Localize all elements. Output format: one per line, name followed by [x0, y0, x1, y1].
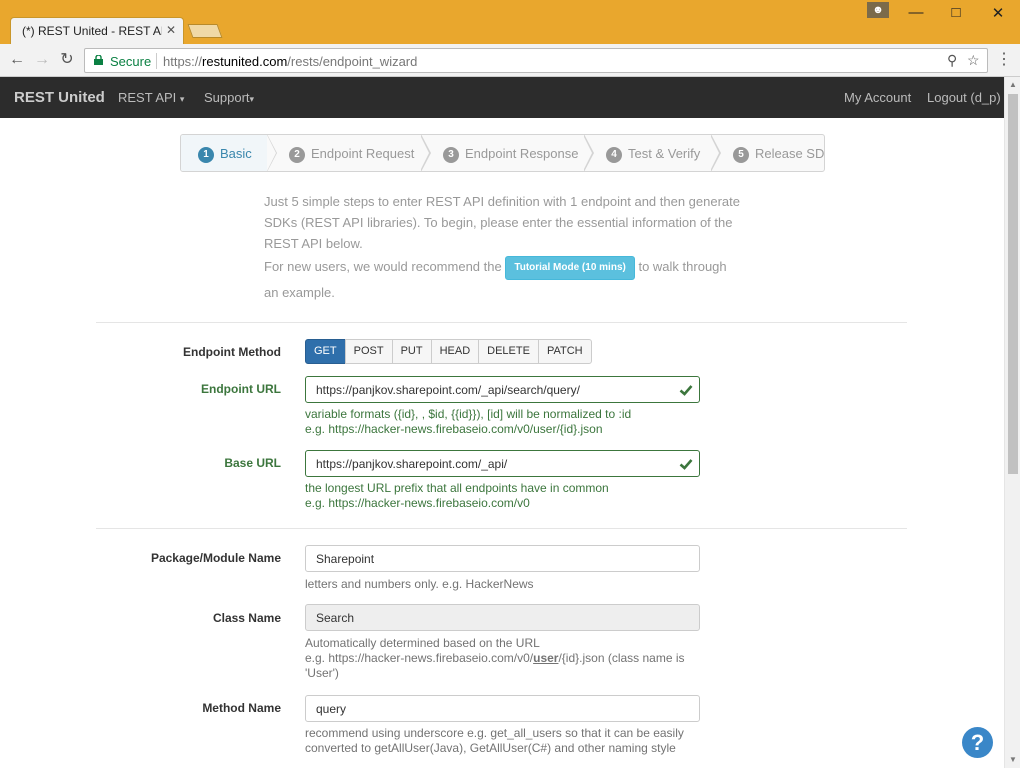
base-url-example: e.g. https://hacker-news.firebaseio.com/… [305, 496, 530, 510]
method-put-button[interactable]: PUT [391, 339, 432, 364]
intro-paragraph: Just 5 simple steps to enter REST API de… [264, 194, 740, 251]
tab-title: (*) REST United - REST API n [22, 24, 162, 38]
base-url-input[interactable] [305, 450, 700, 477]
wizard-steps: 1 Basic 2 Endpoint Request 3 Endpoint Respo… [180, 134, 825, 172]
address-bar[interactable]: Secure https://restunited.com/rests/endp… [84, 48, 988, 73]
package-name-input[interactable] [305, 545, 700, 572]
minimize-icon[interactable]: — [901, 4, 931, 24]
scrollbar-thumb[interactable] [1008, 94, 1018, 474]
endpoint-url-input[interactable] [305, 376, 700, 403]
wizard-step-basic[interactable]: 1 Basic [181, 135, 267, 171]
browser-tab[interactable]: (*) REST United - REST API n ✕ [10, 17, 184, 44]
endpoint-method-group: GET POST PUT HEAD DELETE PATCH [305, 339, 592, 364]
tab-close-icon[interactable]: ✕ [166, 23, 176, 37]
package-name-label: Package/Module Name [150, 551, 281, 565]
method-name-label: Method Name [202, 701, 281, 715]
wizard-step-release-sdk[interactable]: 5Release SDK [733, 135, 824, 171]
base-url-label: Base URL [224, 456, 281, 470]
class-name-label: Class Name [212, 611, 281, 625]
lock-icon [94, 55, 103, 65]
method-name-input[interactable] [305, 695, 700, 722]
check-icon [679, 459, 693, 470]
intro-text: Just 5 simple steps to enter REST API de… [264, 191, 744, 306]
maximize-icon[interactable]: □ [941, 4, 971, 24]
wizard-step-test-verify[interactable]: 4 Test & Verify [606, 135, 700, 171]
scroll-down-icon: ▼ [1009, 755, 1017, 764]
nav-logout[interactable]: Logout (d_p) [927, 90, 1001, 105]
profile-icon[interactable]: ☻ [867, 2, 889, 18]
new-tab-button[interactable] [187, 24, 223, 38]
endpoint-method-label: Endpoint Method [183, 345, 281, 359]
class-name-input [305, 604, 700, 631]
nav-support[interactable]: Support▾ [204, 90, 254, 105]
wizard-step-endpoint-request[interactable]: 2 Endpoint Request [289, 135, 414, 171]
caret-down-icon: ▾ [249, 94, 255, 104]
endpoint-url-help: variable formats ({id}, , $id, {{id}}), … [305, 407, 632, 421]
tutorial-mode-button[interactable]: Tutorial Mode (10 mins) [505, 255, 635, 280]
method-get-button[interactable]: GET [305, 339, 346, 364]
scroll-up-icon: ▲ [1009, 80, 1017, 89]
base-url-help: the longest URL prefix that all endpoint… [305, 481, 609, 495]
nav-my-account[interactable]: My Account [844, 90, 911, 105]
method-patch-button[interactable]: PATCH [537, 339, 592, 364]
help-question-icon[interactable]: ? [962, 727, 993, 758]
nav-rest-api[interactable]: REST API ▾ [118, 90, 184, 105]
browser-menu-icon[interactable]: ⋮ [996, 49, 1012, 69]
secure-label: Secure [110, 54, 152, 69]
bookmark-star-icon[interactable]: ☆ [967, 52, 980, 69]
endpoint-url-example: e.g. https://hacker-news.firebaseio.com/… [305, 422, 603, 436]
url-text[interactable]: https://restunited.com/rests/endpoint_wi… [163, 54, 417, 69]
omnibox-separator [156, 53, 157, 69]
method-name-help: recommend using underscore e.g. get_all_… [305, 726, 684, 755]
method-head-button[interactable]: HEAD [430, 339, 480, 364]
zoom-icon[interactable]: ⚲ [947, 52, 957, 69]
section-divider [96, 528, 907, 529]
app-navbar: REST United REST API ▾ Support▾ My Accou… [0, 77, 1004, 118]
wizard-step-endpoint-response[interactable]: 3 Endpoint Response [443, 135, 578, 171]
class-name-help: Automatically determined based on the UR… [305, 636, 540, 650]
caret-down-icon: ▾ [179, 94, 185, 104]
forward-icon[interactable]: → [32, 50, 52, 70]
endpoint-url-label: Endpoint URL [201, 382, 281, 396]
close-window-icon[interactable]: ✕ [983, 4, 1013, 24]
browser-titlebar: (*) REST United - REST API n ✕ ☻ — □ ✕ [0, 0, 1020, 44]
brand-logo[interactable]: REST United [14, 89, 105, 106]
method-delete-button[interactable]: DELETE [478, 339, 539, 364]
package-name-help: letters and numbers only. e.g. HackerNew… [305, 577, 534, 591]
browser-toolbar: ← → ↻ Secure https://restunited.com/rest… [0, 44, 1020, 77]
back-icon[interactable]: ← [7, 50, 27, 70]
intro-recommend-text: For new users, we would recommend the [264, 259, 502, 274]
section-divider [96, 322, 907, 323]
class-name-example: e.g. https://hacker-news.firebaseio.com/… [305, 651, 685, 680]
reload-icon[interactable]: ↻ [57, 50, 77, 70]
page-scrollbar[interactable]: ▲ ▼ [1004, 77, 1020, 768]
check-icon [679, 385, 693, 396]
method-post-button[interactable]: POST [344, 339, 393, 364]
